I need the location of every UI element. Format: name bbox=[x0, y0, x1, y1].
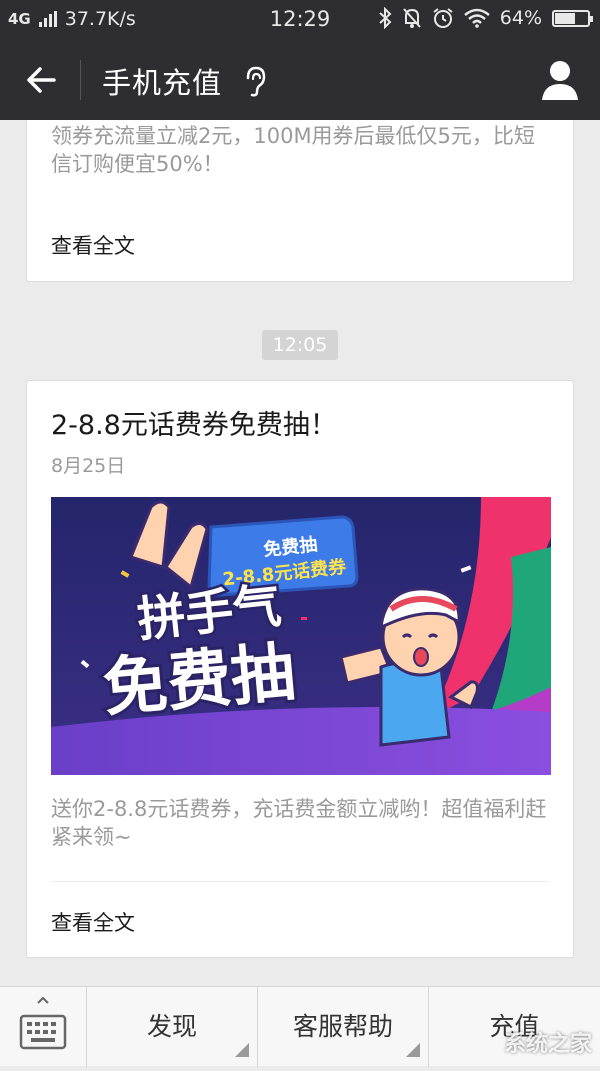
page-title: 手机充值 bbox=[102, 66, 223, 100]
menu-tab-help[interactable]: 客服帮助 bbox=[257, 987, 428, 1067]
read-more-link[interactable]: 查看全文 bbox=[51, 907, 135, 937]
title-bar: 手机充值 bbox=[0, 40, 600, 120]
battery-fill bbox=[555, 12, 575, 24]
title-divider bbox=[80, 60, 81, 100]
article-card: 领券充流量立减2元，100M用券后最低仅5元，比短信订购便宜50%！ 查看全文 bbox=[26, 120, 574, 282]
article-summary: 领券充流量立减2元，100M用券后最低仅5元，比短信订购便宜50%！ bbox=[51, 124, 535, 176]
article-banner-image[interactable]: 免费抽 2-8.8元话费券 拼手气 免费抽 bbox=[51, 497, 551, 775]
battery-icon bbox=[552, 9, 593, 27]
keyboard-icon bbox=[19, 996, 67, 1050]
divider bbox=[51, 881, 549, 882]
status-bar: 4G 37.7K/s 12:29 64% bbox=[0, 0, 600, 40]
wifi-icon bbox=[463, 8, 490, 28]
submenu-indicator-icon bbox=[406, 1043, 420, 1057]
article-card[interactable]: 2-8.8元话费券免费抽！ 8月25日 免费抽 2-8.8元话费券 拼手气 免费… bbox=[26, 380, 574, 958]
watermark-logo: 系统之家 bbox=[503, 1032, 592, 1057]
article-date: 8月25日 bbox=[51, 455, 126, 477]
menu-tab-discover[interactable]: 发现 bbox=[86, 987, 257, 1067]
keyboard-toggle-button[interactable] bbox=[0, 987, 86, 1067]
back-arrow-icon[interactable] bbox=[22, 60, 62, 100]
profile-icon[interactable] bbox=[540, 58, 580, 102]
banner-illustration: 免费抽 2-8.8元话费券 拼手气 免费抽 bbox=[51, 497, 551, 775]
menu-tab-label: 客服帮助 bbox=[292, 1012, 393, 1041]
menu-tab-label: 发现 bbox=[146, 1012, 197, 1041]
article-summary: 送你2-8.8元话费券，充话费金额立减哟！超值福利赶紧来领~ bbox=[51, 797, 547, 849]
bottom-menu-bar: 发现 客服帮助 充值 系统之家 bbox=[0, 986, 600, 1067]
bluetooth-icon bbox=[379, 7, 392, 29]
battery-percent: 64% bbox=[499, 7, 542, 29]
ear-icon[interactable] bbox=[240, 64, 270, 98]
article-title[interactable]: 2-8.8元话费券免费抽！ bbox=[51, 403, 337, 442]
mute-bell-icon bbox=[403, 8, 421, 28]
read-more-link[interactable]: 查看全文 bbox=[51, 230, 135, 260]
message-time-chip: 12:05 bbox=[262, 330, 338, 360]
alarm-icon bbox=[433, 8, 453, 28]
submenu-indicator-icon bbox=[235, 1043, 249, 1057]
status-right: 64% bbox=[378, 7, 593, 29]
